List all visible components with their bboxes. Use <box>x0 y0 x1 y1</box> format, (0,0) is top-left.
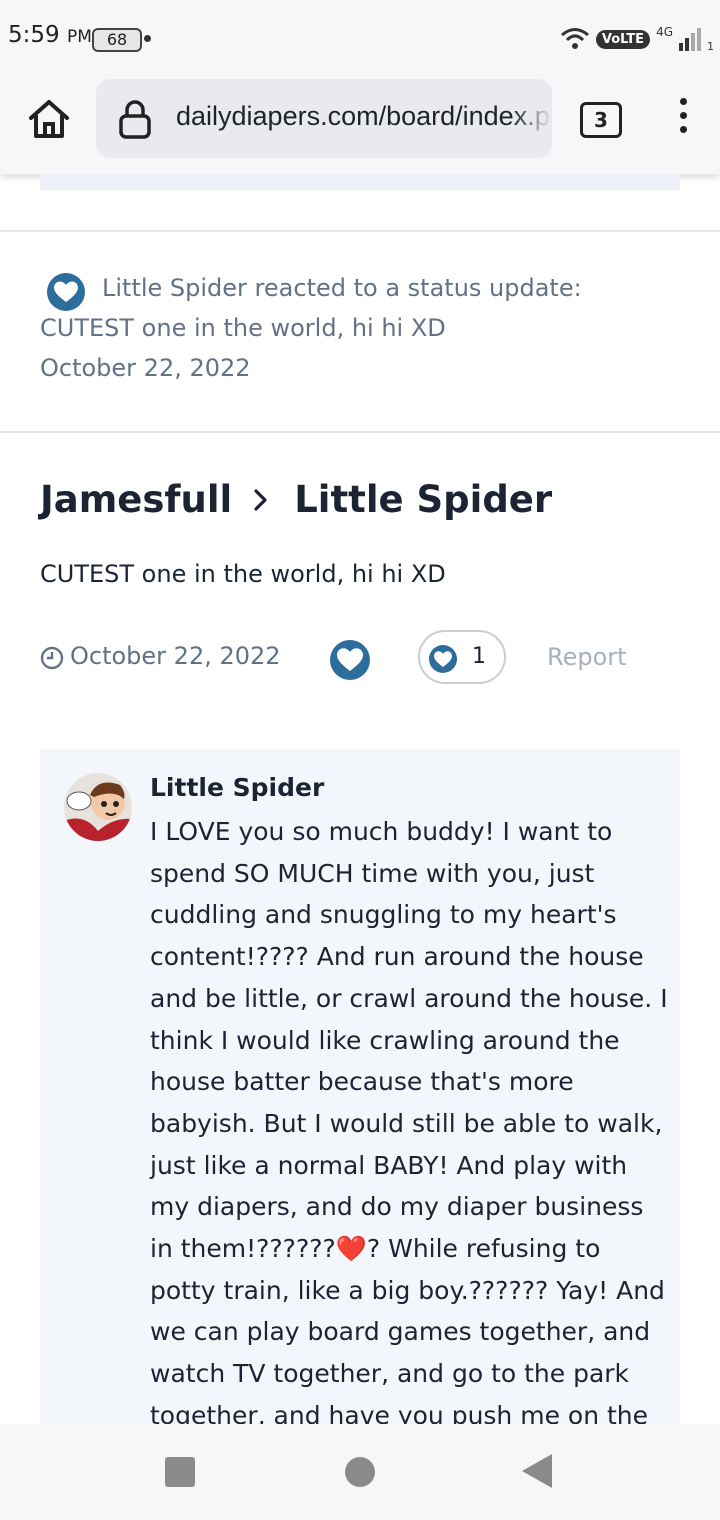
clock-ampm: PM <box>66 27 92 47</box>
report-link[interactable]: Report <box>547 643 627 671</box>
recents-icon[interactable] <box>165 1457 195 1487</box>
home-icon[interactable] <box>26 96 72 142</box>
sim-slot: 1 <box>707 39 714 53</box>
notification-dot-icon <box>144 35 151 42</box>
activity-date: October 22, 2022 <box>40 354 251 382</box>
divider <box>0 431 720 433</box>
previous-item-edge <box>40 174 680 190</box>
battery-icon: 68 <box>92 28 142 52</box>
activity-status-link[interactable]: CUTEST one in the world, hi hi XD <box>40 314 446 342</box>
activity-text[interactable]: Little Spider reacted to a status update… <box>102 274 582 302</box>
divider <box>0 230 720 232</box>
post-title: Jamesfull Little Spider <box>40 478 552 521</box>
status-bar: 5:59 PM 68 VoLTE 4G 1 <box>0 0 720 76</box>
tab-switcher-button[interactable]: 3 <box>580 102 622 138</box>
heart-icon <box>429 645 457 673</box>
comment-card: Little Spider I LOVE you so much buddy! … <box>40 749 680 1449</box>
status-text: CUTEST one in the world, hi hi XD <box>40 560 446 588</box>
url-fade <box>512 79 552 158</box>
home-nav-icon[interactable] <box>345 1457 375 1487</box>
heart-reaction-icon <box>47 273 85 311</box>
volte-badge: VoLTE <box>595 29 651 49</box>
clock: 5:59 PM <box>8 22 92 48</box>
post-date[interactable]: October 22, 2022 <box>70 642 281 670</box>
react-heart-icon[interactable] <box>328 638 372 682</box>
clock-icon <box>40 646 64 670</box>
tab-count: 3 <box>594 108 608 132</box>
comment-body: I LOVE you so much buddy! I want to spen… <box>150 817 668 1430</box>
network-type: 4G <box>656 25 673 39</box>
url-text: dailydiapers.com/board/index.php <box>176 101 552 131</box>
reaction-count-button[interactable]: 1 <box>418 630 506 684</box>
navigation-bar <box>0 1424 720 1520</box>
comment-author[interactable]: Little Spider <box>150 773 324 802</box>
battery-level: 68 <box>106 30 128 49</box>
author-to-link[interactable]: Little Spider <box>294 478 552 521</box>
avatar[interactable] <box>64 773 132 841</box>
menu-kebab-icon[interactable] <box>680 98 688 138</box>
lock-icon <box>119 100 151 139</box>
browser-toolbar: dailydiapers.com/board/index.php 3 <box>0 76 720 174</box>
signal-icon <box>679 27 701 51</box>
author-from-link[interactable]: Jamesfull <box>40 478 232 521</box>
status-icons: VoLTE 4G 1 <box>560 22 714 56</box>
back-icon[interactable] <box>522 1454 552 1488</box>
clock-time: 5:59 <box>8 22 60 48</box>
wifi-icon <box>560 28 589 49</box>
reaction-count: 1 <box>472 644 486 669</box>
chevron-right-icon <box>254 488 267 511</box>
address-bar[interactable]: dailydiapers.com/board/index.php <box>96 79 552 158</box>
